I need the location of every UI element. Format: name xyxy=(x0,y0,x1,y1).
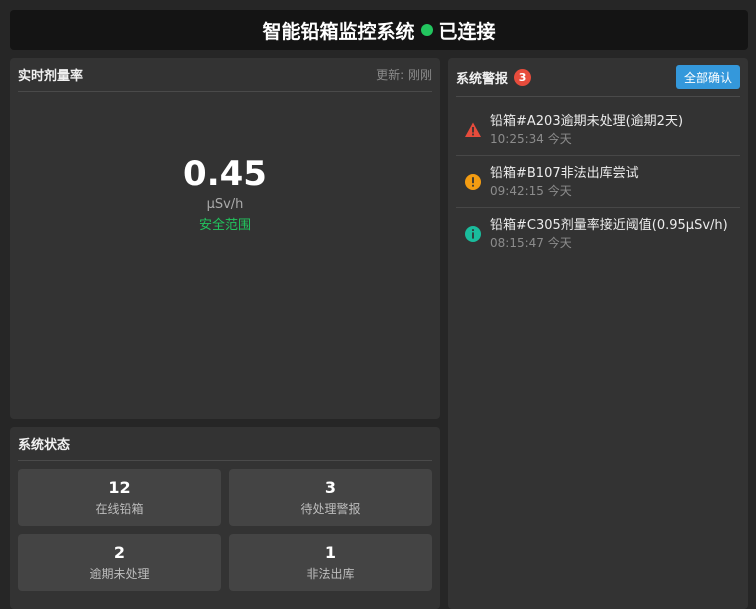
alert-count-badge: 3 xyxy=(514,68,532,86)
stat-label: 非法出库 xyxy=(306,567,355,581)
alert-time: 08:15:47 今天 xyxy=(490,236,572,250)
app-header: 智能铅箱监控系统 已连接 xyxy=(10,10,748,50)
alert-message: 铅箱#B107非法出库尝试 xyxy=(490,166,639,181)
exclamation-circle-icon xyxy=(465,174,481,190)
connection-status-dot xyxy=(420,24,433,36)
stat-value: 12 xyxy=(108,478,131,497)
stat-card-online-boxes: 12 在线铅箱 xyxy=(18,469,221,526)
app-title: 智能铅箱监控系统 xyxy=(262,20,415,43)
stat-label: 待处理警报 xyxy=(300,502,361,516)
info-circle-icon xyxy=(465,226,481,242)
alert-list: 铅箱#A203逾期未处理(逾期2天) 10:25:34 今天 铅箱#B107非法… xyxy=(456,104,740,260)
stat-value: 3 xyxy=(324,478,337,497)
alert-time: 10:25:34 今天 xyxy=(490,132,572,146)
dose-rate-unit: μSv/h xyxy=(206,197,244,212)
dose-rate-panel-header: 实时剂量率 更新: 刚刚 xyxy=(18,58,432,92)
update-status-text: 更新: 刚刚 xyxy=(376,68,432,82)
alert-message: 铅箱#A203逾期未处理(逾期2天) xyxy=(490,114,684,129)
system-alerts-panel: 系统警报 3 全部确认 铅箱#A203逾期未处理(逾期2天) 10:25:34 … xyxy=(448,58,748,609)
alerts-title: 系统警报 xyxy=(456,71,509,87)
status-card-grid: 12 在线铅箱 3 待处理警报 2 逾期未处理 1 非法出库 xyxy=(18,469,432,591)
alert-item[interactable]: 铅箱#A203逾期未处理(逾期2天) 10:25:34 今天 xyxy=(456,104,740,156)
system-status-panel-header: 系统状态 xyxy=(18,427,432,461)
alert-text: 铅箱#C305剂量率接近阈值(0.95μSv/h) 08:15:47 今天 xyxy=(490,217,728,251)
alert-item[interactable]: 铅箱#B107非法出库尝试 09:42:15 今天 xyxy=(456,156,740,208)
alert-item[interactable]: 铅箱#C305剂量率接近阈值(0.95μSv/h) 08:15:47 今天 xyxy=(456,208,740,260)
stat-card-pending-alerts: 3 待处理警报 xyxy=(229,469,432,526)
alert-message: 铅箱#C305剂量率接近阈值(0.95μSv/h) xyxy=(490,218,728,233)
dose-rate-panel: 实时剂量率 更新: 刚刚 0.45 μSv/h 安全范围 xyxy=(10,58,440,419)
system-status-title: 系统状态 xyxy=(18,438,71,453)
stat-card-illegal-outbound: 1 非法出库 xyxy=(229,534,432,591)
warning-triangle-icon xyxy=(465,122,481,137)
acknowledge-all-button[interactable]: 全部确认 xyxy=(675,65,740,89)
system-status-panel: 系统状态 12 在线铅箱 3 待处理警报 2 逾期未处理 1 非法出库 xyxy=(10,427,440,609)
stat-label: 在线铅箱 xyxy=(95,502,144,516)
stat-label: 逾期未处理 xyxy=(89,567,150,581)
alert-text: 铅箱#A203逾期未处理(逾期2天) 10:25:34 今天 xyxy=(490,113,683,147)
dose-rate-value: 0.45 xyxy=(183,154,267,194)
dose-safety-state: 安全范围 xyxy=(198,218,251,233)
stat-value: 2 xyxy=(113,543,126,562)
stat-card-overdue: 2 逾期未处理 xyxy=(18,534,221,591)
connection-status-text: 已连接 xyxy=(438,20,496,43)
alert-time: 09:42:15 今天 xyxy=(490,184,572,198)
alerts-title-group: 系统警报 3 xyxy=(456,68,532,87)
alerts-panel-header: 系统警报 3 全部确认 xyxy=(456,58,740,97)
stat-value: 1 xyxy=(324,543,337,562)
alert-text: 铅箱#B107非法出库尝试 09:42:15 今天 xyxy=(490,165,639,199)
dose-rate-title: 实时剂量率 xyxy=(18,69,84,84)
